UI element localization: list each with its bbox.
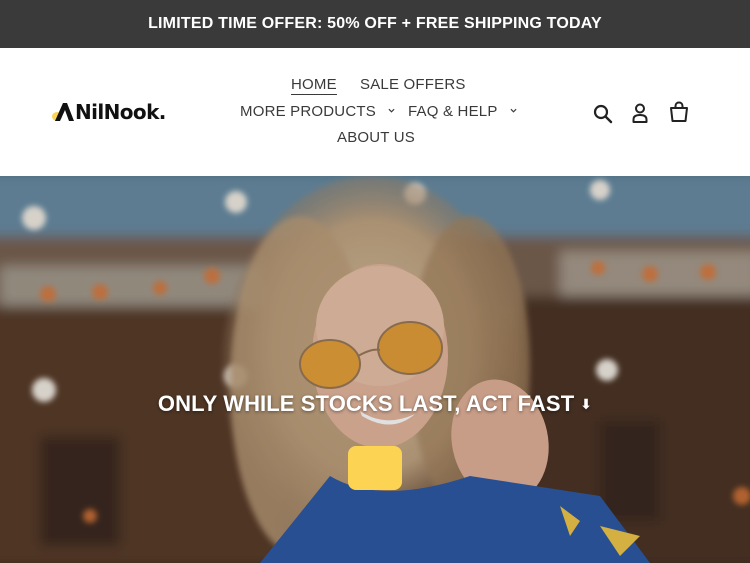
announcement-bar: LIMITED TIME OFFER: 50% OFF + FREE SHIPP… [0, 0, 750, 48]
nav-item-label: ABOUT US [337, 129, 416, 146]
nav-item-label: FAQ & HELP [408, 103, 498, 120]
arrow-down-icon: ⬇ [580, 396, 593, 412]
site-header: NilNook. HOME SALE OFFERS MORE PRODUCTS … [0, 48, 750, 176]
nav-item-home[interactable]: HOME [291, 76, 337, 95]
hero-heading: ONLY WHILE STOCKS LAST, ACT FAST ⬇ [0, 391, 750, 417]
nav-item-label: HOME [291, 76, 337, 93]
nav-item-faq-help[interactable]: FAQ & HELP [408, 103, 517, 120]
account-button[interactable] [628, 101, 652, 125]
nav-item-sale-offers[interactable]: SALE OFFERS [360, 76, 466, 93]
hero-banner: ONLY WHILE STOCKS LAST, ACT FAST ⬇ [0, 176, 750, 563]
search-icon [593, 104, 613, 124]
chevron-down-icon [510, 108, 517, 113]
search-button[interactable] [591, 102, 615, 126]
nav-item-label: MORE PRODUCTS [240, 103, 376, 120]
cart-button[interactable] [667, 100, 691, 124]
cart-icon [670, 101, 688, 122]
nav-item-more-products[interactable]: MORE PRODUCTS [240, 103, 395, 120]
hero-cta-button[interactable] [348, 446, 402, 490]
hero-heading-text: ONLY WHILE STOCKS LAST, ACT FAST [157, 391, 575, 416]
chevron-down-icon [388, 108, 395, 113]
nav-item-label: SALE OFFERS [360, 76, 466, 93]
account-icon [632, 103, 648, 123]
announcement-text: LIMITED TIME OFFER: 50% OFF + FREE SHIPP… [148, 15, 602, 32]
hero-background-image [0, 176, 750, 563]
nav-item-about-us[interactable]: ABOUT US [337, 129, 415, 146]
